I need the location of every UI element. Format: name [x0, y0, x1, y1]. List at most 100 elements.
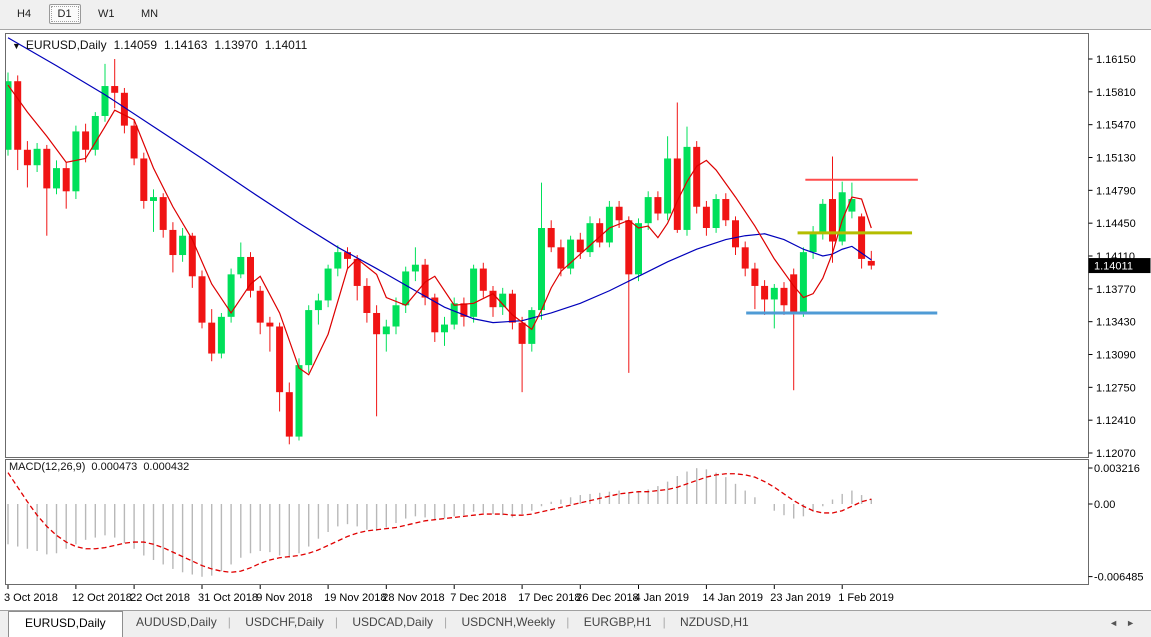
- symbol-dropdown-caret-icon[interactable]: ▼: [12, 41, 21, 51]
- tab-usdcnh-weekly[interactable]: USDCNH,Weekly: [452, 611, 566, 634]
- date-tick-label: 9 Nov 2018: [256, 592, 312, 604]
- candle-body: [111, 86, 118, 93]
- tab-nzdusd-h1[interactable]: NZDUSD,H1: [670, 611, 759, 634]
- date-tick-label: 3 Oct 2018: [4, 592, 58, 604]
- candle-body: [703, 207, 710, 228]
- price-tick-label: 1.13770: [1096, 284, 1136, 296]
- price-axis[interactable]: 1.161501.158101.154701.151301.147901.144…: [1089, 54, 1151, 460]
- date-tick-label: 1 Feb 2019: [838, 592, 894, 604]
- candle-body: [24, 150, 31, 165]
- candle-body: [557, 247, 564, 268]
- candle-body: [276, 326, 283, 392]
- price-tick-label: 1.15130: [1096, 153, 1136, 165]
- price-tick-label: 1.14450: [1096, 218, 1136, 230]
- candle-body: [402, 271, 409, 305]
- candle-body: [654, 197, 661, 213]
- candle-body: [781, 288, 788, 305]
- candle-body: [441, 325, 448, 333]
- tab-usdchf-daily[interactable]: USDCHF,Daily: [235, 611, 334, 634]
- date-tick-label: 26 Dec 2018: [576, 592, 638, 604]
- candle-body: [674, 158, 681, 229]
- candle-body: [286, 392, 293, 436]
- candle-body: [150, 197, 157, 201]
- macd-indicator-label: MACD(12,26,9)0.0004730.000432: [9, 461, 189, 473]
- current-price-label: 1.14011: [1094, 261, 1133, 273]
- date-tick-label: 4 Jan 2019: [635, 592, 689, 604]
- date-tick-label: 12 Oct 2018: [72, 592, 132, 604]
- candle-body: [751, 269, 758, 286]
- tab-eurusd-daily[interactable]: EURUSD,Daily: [8, 611, 123, 637]
- ohlc-close: 1.14011: [265, 38, 308, 52]
- candle-body: [169, 230, 176, 255]
- chart-canvas[interactable]: 1.161501.158101.154701.151301.147901.144…: [0, 0, 1151, 610]
- candle-body: [393, 305, 400, 326]
- candle-body: [868, 261, 875, 266]
- candle-body: [189, 236, 196, 277]
- price-tick-label: 1.14790: [1096, 185, 1136, 197]
- tab-separator: |: [443, 611, 448, 633]
- candle-body: [616, 207, 623, 221]
- tab-audusd-daily[interactable]: AUDUSD,Daily: [126, 611, 227, 634]
- candle-body: [693, 147, 700, 207]
- chart-tab-bar: EURUSD,Daily AUDUSD,Daily| USDCHF,Daily|…: [0, 610, 1151, 637]
- candle-body: [237, 257, 244, 274]
- candle-body: [334, 252, 341, 268]
- date-tick-label: 22 Oct 2018: [130, 592, 190, 604]
- candle-body: [606, 207, 613, 243]
- candle-body: [102, 86, 109, 116]
- candle-body: [305, 310, 312, 365]
- candle-body: [538, 228, 545, 310]
- candle-body: [480, 269, 487, 291]
- macd-axis[interactable]: 0.0032160.00-0.006485: [1089, 463, 1144, 584]
- candle-body: [53, 168, 60, 188]
- symbol-timeframe-label: EURUSD,Daily: [26, 38, 107, 52]
- date-tick-label: 28 Nov 2018: [382, 592, 444, 604]
- candle-body: [179, 236, 186, 255]
- candle-body: [82, 131, 89, 149]
- price-tick-label: 1.12410: [1096, 415, 1136, 427]
- candle-body: [354, 259, 361, 286]
- price-panel[interactable]: [6, 34, 1089, 458]
- date-tick-label: 23 Jan 2019: [770, 592, 831, 604]
- tab-separator: |: [227, 611, 232, 633]
- price-tick-label: 1.12750: [1096, 382, 1136, 394]
- macd-tick-label: 0.00: [1094, 499, 1115, 511]
- candle-body: [363, 286, 370, 313]
- tab-scroll-left-button[interactable]: ◄: [1109, 618, 1126, 628]
- candle-body: [208, 323, 215, 354]
- candle-body: [43, 149, 50, 189]
- tab-usdcad-daily[interactable]: USDCAD,Daily: [342, 611, 443, 634]
- tab-separator: |: [662, 611, 667, 633]
- time-axis[interactable]: 3 Oct 201812 Oct 201822 Oct 201831 Oct 2…: [4, 585, 894, 604]
- macd-signal-value: 0.000432: [143, 461, 189, 473]
- candle-body: [296, 365, 303, 436]
- candle-body: [645, 197, 652, 223]
- candle-body: [325, 269, 332, 301]
- candle-body: [548, 228, 555, 247]
- date-tick-label: 7 Dec 2018: [450, 592, 506, 604]
- tab-scroll-right-button[interactable]: ►: [1126, 618, 1143, 628]
- candle-body: [131, 126, 138, 159]
- candle-body: [451, 303, 458, 324]
- candle-body: [257, 291, 264, 323]
- tab-eurgbp-h1[interactable]: EURGBP,H1: [574, 611, 662, 634]
- candle-body: [664, 158, 671, 213]
- tab-separator: |: [334, 611, 339, 633]
- candle-body: [519, 323, 526, 344]
- candle-body: [140, 158, 147, 200]
- macd-tick-label: 0.003216: [1094, 463, 1140, 475]
- candle-body: [761, 286, 768, 300]
- price-tick-label: 1.15810: [1096, 87, 1136, 99]
- candle-body: [829, 199, 836, 241]
- candle-body: [790, 274, 797, 313]
- candle-body: [34, 149, 41, 165]
- macd-panel[interactable]: [6, 460, 1089, 585]
- candle-body: [722, 199, 729, 220]
- price-tick-label: 1.15470: [1096, 120, 1136, 132]
- macd-name: MACD(12,26,9): [9, 461, 85, 473]
- candle-body: [577, 240, 584, 253]
- candle-body: [684, 147, 691, 230]
- candle-body: [92, 116, 99, 150]
- candle-body: [412, 265, 419, 272]
- candle-body: [810, 232, 817, 252]
